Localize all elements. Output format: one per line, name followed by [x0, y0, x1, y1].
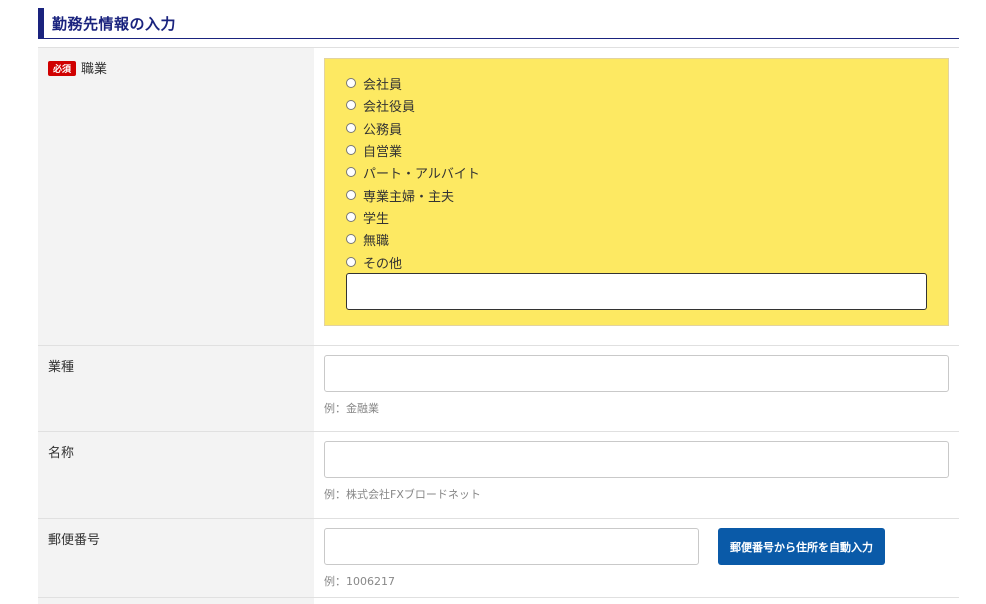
section-header-accent-bar: [38, 8, 44, 38]
radio-button[interactable]: [346, 100, 356, 110]
option-label: 会社役員: [363, 99, 416, 115]
occupation-option-company-executive[interactable]: 会社役員: [346, 96, 416, 115]
occupation-label: 必須 職業: [48, 58, 107, 77]
occupation-option-self-employed[interactable]: 自営業: [346, 141, 403, 160]
form-row-industry: 業種 例：金融業: [38, 345, 959, 431]
option-label: 公務員: [363, 122, 403, 138]
form-row-next: [38, 597, 959, 604]
radio-button[interactable]: [346, 145, 356, 155]
radio-button[interactable]: [346, 123, 356, 133]
option-label: 会社員: [363, 77, 403, 93]
label-cell: 業種: [38, 346, 314, 431]
occupation-option-company-employee[interactable]: 会社員: [346, 74, 403, 93]
occupation-option-homemaker[interactable]: 専業主婦・主夫: [346, 186, 455, 205]
occupation-other-input[interactable]: [346, 273, 927, 310]
label-cell: 名称: [38, 432, 314, 518]
option-label: 専業主婦・主夫: [363, 189, 455, 205]
postal-code-hint: 例：1006217: [324, 575, 395, 588]
value-cell: 郵便番号から住所を自動入力 例：1006217: [314, 519, 959, 597]
radio-button[interactable]: [346, 234, 356, 244]
radio-button[interactable]: [346, 212, 356, 222]
required-badge: 必須: [48, 61, 77, 76]
option-label: パート・アルバイト: [363, 166, 480, 182]
option-label: その他: [363, 256, 403, 272]
radio-button[interactable]: [346, 78, 356, 88]
form-row-postal-code: 郵便番号 郵便番号から住所を自動入力 例：1006217: [38, 518, 959, 597]
company-name-input[interactable]: [324, 441, 949, 478]
section-title: 勤務先情報の入力: [52, 15, 177, 33]
occupation-label-text: 職業: [81, 62, 108, 77]
value-cell: 例：金融業: [314, 346, 959, 431]
label-cell: [38, 598, 314, 604]
option-label: 学生: [363, 211, 390, 227]
industry-hint: 例：金融業: [324, 402, 379, 415]
postal-code-label: 郵便番号: [48, 533, 101, 548]
radio-button[interactable]: [346, 257, 356, 267]
postal-autofill-button[interactable]: 郵便番号から住所を自動入力: [718, 528, 885, 565]
option-label: 無職: [363, 233, 390, 249]
label-cell: 郵便番号: [38, 519, 314, 597]
industry-label: 業種: [48, 360, 75, 375]
occupation-option-other[interactable]: その他: [346, 253, 403, 272]
radio-button[interactable]: [346, 167, 356, 177]
option-label: 自営業: [363, 144, 403, 160]
occupation-option-part-time[interactable]: パート・アルバイト: [346, 163, 480, 182]
company-name-label: 名称: [48, 446, 75, 461]
form-row-occupation: 必須 職業 会社員 会社役員 公務員 自営業 パート・アルバイト 専業主婦・主夫 …: [38, 47, 959, 345]
label-cell: 必須 職業: [38, 48, 314, 345]
occupation-option-civil-servant[interactable]: 公務員: [346, 119, 403, 138]
value-cell: 会社員 会社役員 公務員 自営業 パート・アルバイト 専業主婦・主夫 学生 無職…: [314, 48, 959, 345]
section-header: 勤務先情報の入力: [38, 8, 959, 39]
form-row-company-name: 名称 例：株式会社FXブロードネット: [38, 431, 959, 518]
value-cell: 例：株式会社FXブロードネット: [314, 432, 959, 518]
industry-input[interactable]: [324, 355, 949, 392]
occupation-option-unemployed[interactable]: 無職: [346, 230, 390, 249]
company-name-hint: 例：株式会社FXブロードネット: [324, 488, 481, 501]
occupation-option-student[interactable]: 学生: [346, 208, 390, 227]
postal-code-input[interactable]: [324, 528, 699, 565]
occupation-options-box: 会社員 会社役員 公務員 自営業 パート・アルバイト 専業主婦・主夫 学生 無職…: [324, 58, 949, 326]
radio-button[interactable]: [346, 190, 356, 200]
